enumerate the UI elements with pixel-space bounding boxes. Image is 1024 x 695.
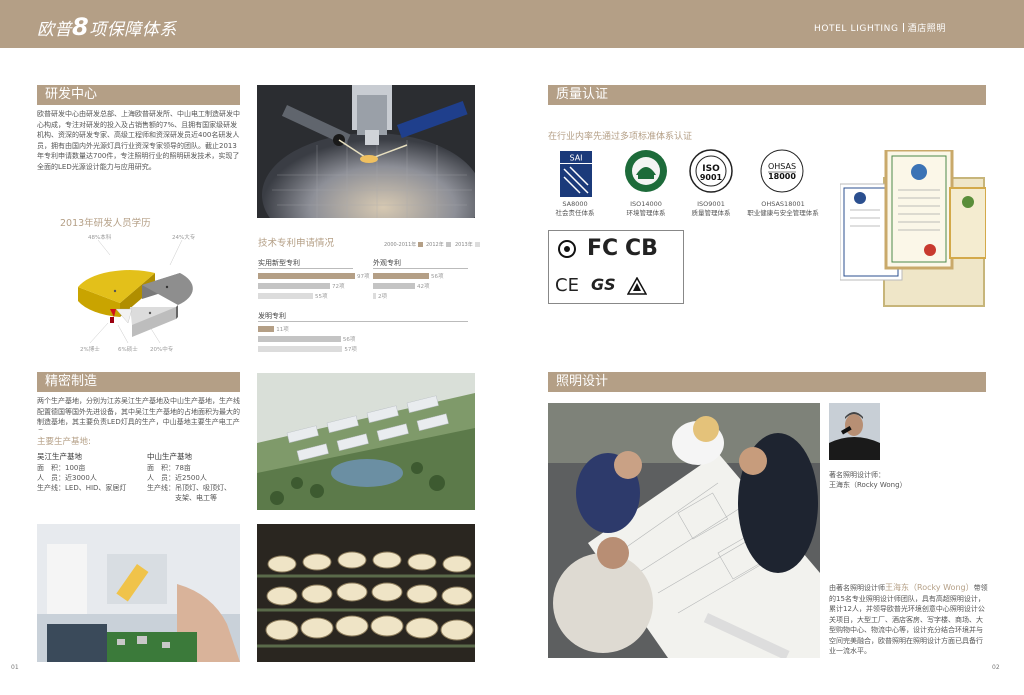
bar <box>258 336 341 342</box>
bar <box>258 273 355 279</box>
bar-value-label: 57项 <box>344 347 357 353</box>
header-bar: 欧普8项保障体系 HOTEL LIGHTING 酒店照明 <box>0 0 1024 48</box>
quality-subtitle: 在行业内率先通过多项标准体系认证 <box>548 132 693 142</box>
designer-caption: 著名照明设计师： <box>829 471 885 479</box>
bar-value-label: 56项 <box>342 337 356 343</box>
bar-value-label: 55项 <box>315 294 328 300</box>
bar <box>258 346 343 352</box>
certificates-photo <box>840 150 986 310</box>
bar <box>373 293 376 299</box>
header-right: HOTEL LIGHTING 酒店照明 <box>814 23 946 34</box>
svg-text:SAI: SAI <box>569 154 582 163</box>
bar-value-label: 42项 <box>417 284 430 290</box>
certification-marks-box: FC CB CE GS <box>548 230 684 304</box>
svg-text:OHSAS: OHSAS <box>768 162 796 171</box>
bar <box>258 283 330 289</box>
legend-item: 2013年 <box>455 241 480 248</box>
svg-text:9001: 9001 <box>700 173 723 182</box>
bar-value-label: 72项 <box>332 284 345 290</box>
section-heading-manufacturing: 精密制造 <box>37 372 240 392</box>
design-team-photo <box>548 403 820 658</box>
bar-category-label: 外观专利 <box>373 259 401 267</box>
pie-chart <box>78 239 193 344</box>
rd-lab-photo <box>257 85 475 218</box>
cb-mark-icon: CB <box>625 236 658 261</box>
cert-caption: ISO14000 环境管理体系 <box>626 200 666 217</box>
pie-chart-title: 2013年研发人员学历 <box>60 218 151 229</box>
base-staff: 人 员：近3000人 <box>37 474 97 482</box>
base-products: 生产线：吊顶灯、吸顶灯、 <box>147 484 231 492</box>
base-staff: 人 员：近2500人 <box>147 474 207 482</box>
manufacturing-text: 两个生产基地，分别为江苏吴江生产基地及中山生产基地，生产线配置德国等国外先进设备… <box>37 397 240 430</box>
bar-category-rule <box>258 268 353 269</box>
page-number-left: 01 <box>11 664 19 671</box>
designer-portrait <box>829 403 880 460</box>
bar-category-label: 发明专利 <box>258 312 286 320</box>
iso14000-logo-icon <box>625 150 667 192</box>
ccc-mark-icon <box>558 240 576 258</box>
gs-mark-icon: GS <box>591 275 616 294</box>
bar <box>373 273 429 279</box>
svg-text:18000: 18000 <box>768 172 796 181</box>
base-name: 中山生产基地 <box>147 452 192 461</box>
base-products: 支架、电工等 <box>175 494 217 502</box>
cert-caption: ISO9001 质量管理体系 <box>691 200 731 217</box>
page-number-right: 02 <box>992 664 1000 671</box>
bar <box>373 283 415 289</box>
section-heading-quality: 质量认证 <box>548 85 986 105</box>
bar <box>258 326 275 332</box>
legend-item: 2000-2011年 <box>384 241 424 248</box>
bar-category-rule <box>373 268 468 269</box>
base-area: 面 积：100亩 <box>37 464 86 472</box>
bar-category-rule <box>258 321 468 322</box>
bases-title: 主要生产基地: <box>37 437 91 447</box>
base-name: 吴江生产基地 <box>37 452 82 461</box>
designer-name: 王海东（Rocky Wong） <box>829 481 907 489</box>
lighting-design-text: 由著名照明设计师王海东（Rocky Wong）带领的15名专业照明设计师团队，具… <box>829 583 988 655</box>
warning-triangle-icon <box>627 277 647 295</box>
base-area: 面 积：78亩 <box>147 464 191 472</box>
section-heading-rd: 研发中心 <box>37 85 240 105</box>
page-title: 欧普8项保障体系 <box>37 13 177 41</box>
section-heading-lighting-design: 照明设计 <box>548 372 986 392</box>
ohsas-logo-icon: OHSAS 18000 <box>760 149 804 193</box>
bar-value-label: 97项 <box>357 274 370 280</box>
sa8000-logo-icon: SAI <box>560 151 592 197</box>
base-products: 生产线：LED、HID、家居灯 <box>37 484 127 492</box>
chart-title: 技术专利申请情况 <box>258 238 335 249</box>
legend-item: 2012年 <box>426 241 451 248</box>
bar-value-label: 56项 <box>431 274 444 280</box>
iso9001-logo-icon: ISO 9001 <box>689 149 733 193</box>
bar <box>258 293 313 299</box>
fc-mark-icon: FC <box>587 236 619 261</box>
ce-mark-icon: CE <box>555 275 579 296</box>
soldering-photo <box>37 524 240 662</box>
bar-value-label: 2项 <box>378 294 387 300</box>
bar-category-label: 实用新型专利 <box>258 259 300 267</box>
bar-value-label: 11项 <box>276 327 289 333</box>
led-production-photo <box>257 524 475 662</box>
rd-text: 欧普研发中心由研发总部、上海欧普研发所、中山电工制造研发中心构成，专注对研发的投… <box>37 110 240 171</box>
cert-caption: SA8000 社会责任体系 <box>555 200 595 217</box>
cert-caption: OHSAS18001 职业健康与安全管理体系 <box>747 200 819 217</box>
factory-aerial-photo <box>257 373 475 510</box>
